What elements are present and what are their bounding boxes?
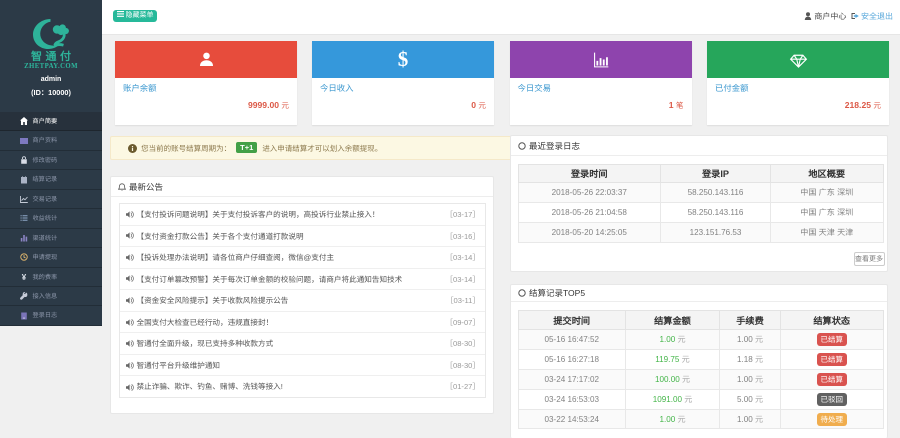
svg-text:¥: ¥ [22, 273, 27, 281]
